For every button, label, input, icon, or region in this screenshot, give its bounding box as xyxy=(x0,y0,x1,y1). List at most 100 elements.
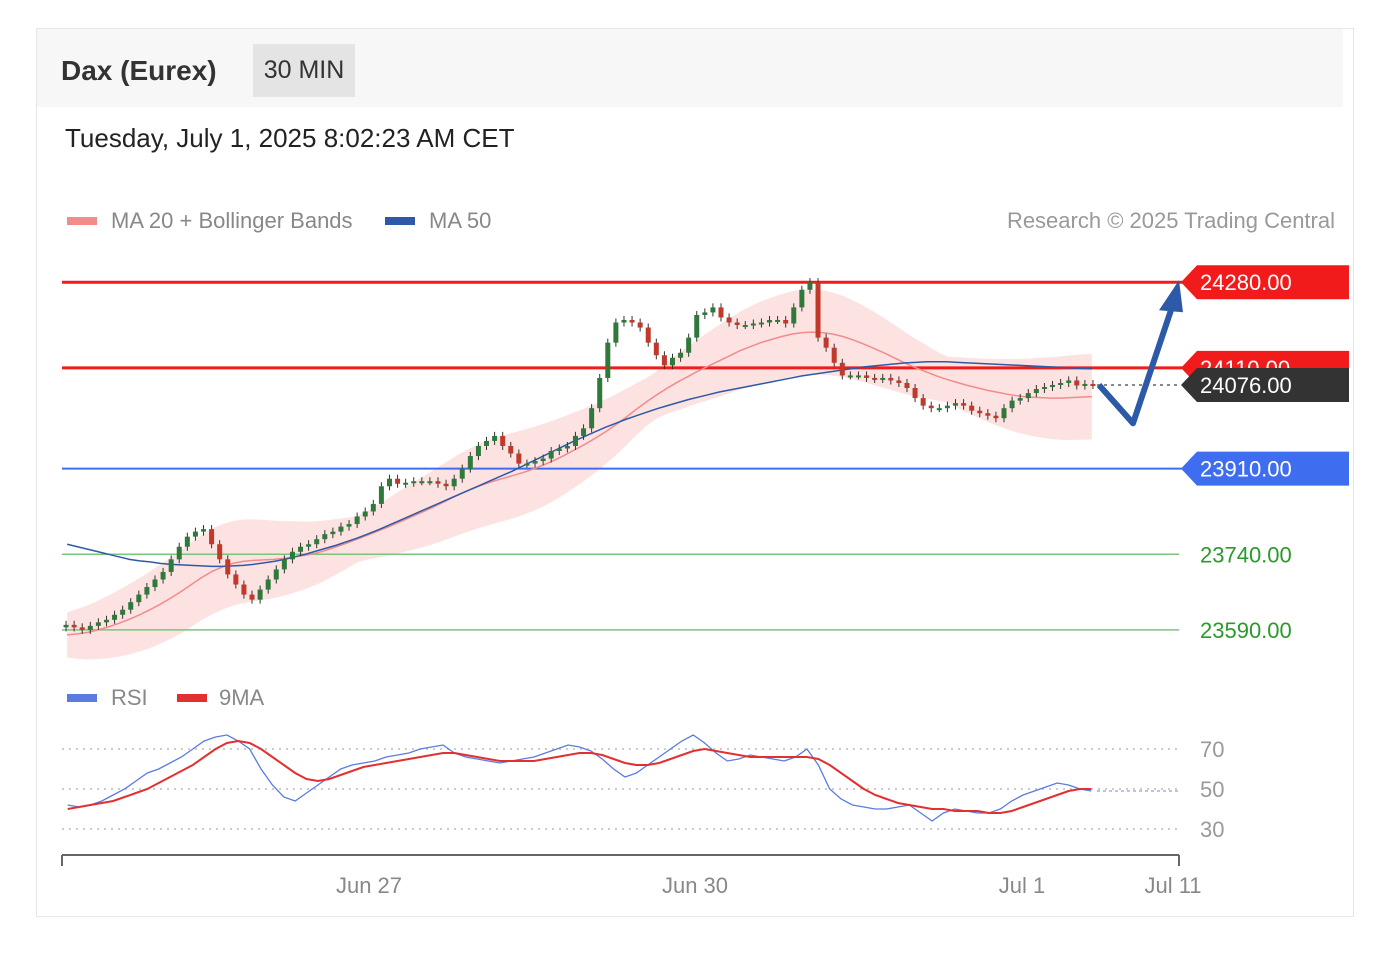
candle-body xyxy=(678,352,684,358)
candle-body xyxy=(338,526,344,532)
candle-body xyxy=(548,451,554,459)
candle-body xyxy=(783,319,789,324)
candle-body xyxy=(1090,383,1096,386)
candle-body xyxy=(87,625,93,630)
x-tick-label: Jun 27 xyxy=(336,873,402,898)
candle-body xyxy=(1041,387,1047,390)
candle-body xyxy=(160,571,166,580)
candle-body xyxy=(79,627,85,630)
candle-body xyxy=(653,342,659,356)
candle-body xyxy=(864,375,870,378)
candle-body xyxy=(71,624,77,628)
candle-body xyxy=(306,544,312,547)
candle-body xyxy=(880,377,886,380)
candle-body xyxy=(807,282,813,290)
candle-body xyxy=(176,546,182,560)
candle-body xyxy=(516,453,522,464)
candle-body xyxy=(742,325,748,328)
bollinger-band xyxy=(67,289,1092,660)
candle-body xyxy=(855,375,861,378)
x-tick-label: Jul 1 xyxy=(999,873,1045,898)
candle-body xyxy=(702,312,708,315)
ma20-legend-swatch xyxy=(67,217,97,225)
candle-body xyxy=(847,375,853,378)
candle-body xyxy=(112,614,118,620)
candle-body xyxy=(944,405,950,409)
candle-body xyxy=(459,468,465,479)
chart-card: Dax (Eurex) 30 MIN Tuesday, July 1, 2025… xyxy=(36,28,1354,917)
candle-body xyxy=(128,602,134,610)
rsi-ma-line xyxy=(67,739,1092,814)
candle-body xyxy=(395,478,401,484)
candle-body xyxy=(952,403,958,406)
candle-body xyxy=(920,398,926,406)
candle-body xyxy=(775,319,781,322)
candle-body xyxy=(467,456,473,469)
rsi-legend-label: RSI xyxy=(111,685,148,710)
level-label-23590.00: 23590.00 xyxy=(1200,618,1292,643)
candle-body xyxy=(613,322,619,343)
candle-body xyxy=(621,319,627,323)
candle-body xyxy=(273,569,279,580)
level-label-23740.00: 23740.00 xyxy=(1200,542,1292,567)
candle-body xyxy=(734,322,740,326)
candle-body xyxy=(103,619,109,623)
candle-body xyxy=(257,589,263,600)
candle-body xyxy=(556,448,562,451)
candle-body xyxy=(969,405,975,411)
rsi-level-label: 30 xyxy=(1200,817,1224,842)
candle-body xyxy=(322,534,328,540)
candle-body xyxy=(120,609,126,615)
candle-body xyxy=(314,539,320,545)
candle-body xyxy=(403,482,409,485)
credit-text: Research © 2025 Trading Central xyxy=(1007,208,1335,233)
candle-body xyxy=(225,559,231,575)
candle-body xyxy=(209,529,215,545)
candle-body xyxy=(330,531,336,535)
candle-body xyxy=(201,529,207,532)
rsi-legend-swatch xyxy=(67,694,97,702)
candle-body xyxy=(928,405,934,409)
candle-body xyxy=(289,551,295,560)
candle-body xyxy=(710,307,716,313)
candle-body xyxy=(872,377,878,380)
level-label-23910.00: 23910.00 xyxy=(1200,457,1292,482)
candle-body xyxy=(839,362,845,376)
rsi-ma-legend-label: 9MA xyxy=(219,685,265,710)
candle-body xyxy=(645,327,651,343)
candle-body xyxy=(1017,398,1023,401)
candle-body xyxy=(815,282,821,338)
ma50-legend-swatch xyxy=(385,217,415,225)
candle-body xyxy=(1074,380,1080,386)
candle-body xyxy=(1058,382,1064,385)
candle-body xyxy=(265,579,271,590)
candle-body xyxy=(961,403,967,406)
rsi-ma-legend-swatch xyxy=(177,694,207,702)
candle-body xyxy=(500,435,506,446)
candle-body xyxy=(152,579,158,588)
candle-body xyxy=(540,458,546,462)
candle-body xyxy=(492,435,498,441)
candle-body xyxy=(629,319,635,323)
candle-body xyxy=(669,357,675,366)
candle-body xyxy=(281,559,287,570)
candle-body xyxy=(758,322,764,325)
candle-body xyxy=(904,382,910,389)
candle-body xyxy=(378,486,384,504)
candle-body xyxy=(1009,400,1015,409)
candle-body xyxy=(508,445,514,454)
level-label-24076.00: 24076.00 xyxy=(1200,373,1292,398)
candle-body xyxy=(597,377,603,409)
candle-body xyxy=(484,440,490,446)
candle-body xyxy=(475,445,481,457)
candle-body xyxy=(589,408,595,429)
candle-body xyxy=(1001,408,1007,419)
candle-body xyxy=(427,481,433,484)
candle-body xyxy=(249,594,255,600)
candle-body xyxy=(451,478,457,487)
candle-body xyxy=(233,574,239,585)
candle-body xyxy=(354,516,360,525)
candle-body xyxy=(168,559,174,572)
candle-body xyxy=(823,337,829,348)
candle-body xyxy=(532,461,538,464)
